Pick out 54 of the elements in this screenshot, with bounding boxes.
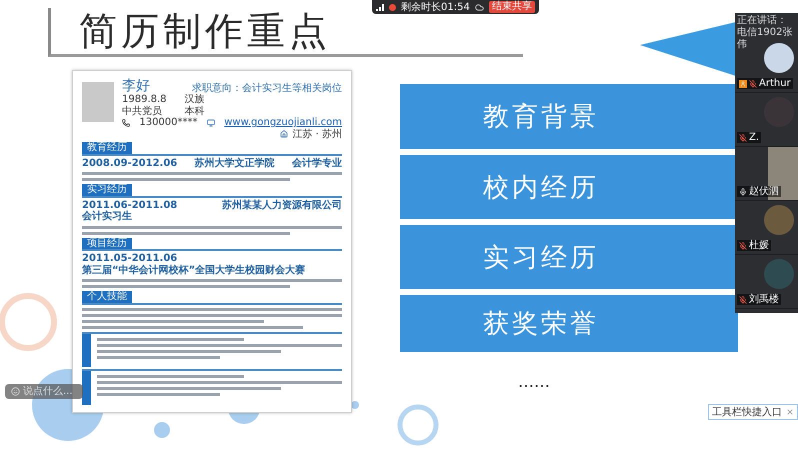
record-dot-icon	[389, 4, 396, 10]
signal-icon	[376, 4, 384, 10]
section-heading: 个人技能	[82, 291, 132, 303]
avatar	[764, 259, 794, 289]
slide-title: 简历制作重点	[79, 12, 331, 50]
entry-role: 会计学专业	[292, 158, 342, 170]
entry-date: 2008.09-2012.06	[82, 158, 178, 170]
participant-name: Arthur	[759, 78, 791, 89]
topic-banner: 校内经历	[400, 155, 738, 219]
cloud-icon	[474, 2, 484, 12]
decorative-circle	[398, 404, 438, 446]
smiley-icon	[11, 387, 20, 396]
chat-field[interactable]: 说点什么...	[5, 384, 83, 399]
speaker-name: 电信1902张伟	[737, 27, 794, 51]
entry-organization: 第三届“中华会计网校杯”全国大学生校园财会大赛	[82, 264, 306, 276]
photo-placeholder	[82, 82, 114, 122]
job-objective: 求职意向：会计实习生等相关岗位	[191, 82, 342, 94]
location: 江苏 · 苏州	[292, 128, 342, 140]
monitor-icon	[206, 118, 215, 127]
avatar	[764, 43, 794, 73]
resume-name: 李好	[122, 78, 151, 94]
decorative-circle	[351, 401, 359, 409]
tooltip-text: 工具栏快捷入口	[712, 406, 782, 419]
end-share-button[interactable]: 结束共享	[488, 1, 535, 13]
avatar	[764, 205, 794, 235]
participant-name: 刘禹楼	[749, 294, 779, 305]
entry-date: 2011.06-2011.08	[82, 200, 178, 211]
degree: 本科	[184, 106, 206, 118]
website-link[interactable]: www.gongzuojianli.com	[224, 117, 342, 129]
ethnicity: 汉族	[184, 94, 206, 106]
topic-banner: 教育背景	[400, 84, 738, 149]
phone-number: 130000****	[139, 117, 198, 129]
political-status: 中共党员	[122, 106, 163, 118]
section-heading: 教育经历	[82, 142, 132, 154]
entry-organization: 苏州某某人力资源有限公司	[222, 200, 342, 212]
phone-icon	[122, 118, 130, 127]
topic-banner: 实习经历	[400, 225, 738, 289]
entry-organization: 苏州大学文正学院	[194, 158, 275, 170]
participant-name: Z.	[749, 132, 760, 143]
close-icon[interactable]	[786, 408, 794, 416]
speaking-label: 正在讲话：	[737, 15, 788, 26]
section-heading: 项目经历	[82, 238, 132, 250]
decorative-circle	[154, 422, 170, 438]
remaining-time: 剩余时长01:54	[401, 0, 470, 14]
birth-date: 1989.8.8	[122, 94, 168, 106]
topic-banner: 获奖荣誉	[400, 295, 738, 352]
participant-name: 杜媛	[749, 240, 769, 251]
participant-name: 赵伏泗	[749, 186, 779, 197]
ellipsis-text: ……	[518, 372, 550, 391]
entry-date: 2011.05-2011.06	[82, 253, 178, 264]
section-heading: 实习经历	[82, 184, 132, 196]
entry-role: 会计实习生	[82, 211, 132, 223]
video-placeholder	[768, 147, 798, 200]
home-icon	[280, 130, 288, 138]
